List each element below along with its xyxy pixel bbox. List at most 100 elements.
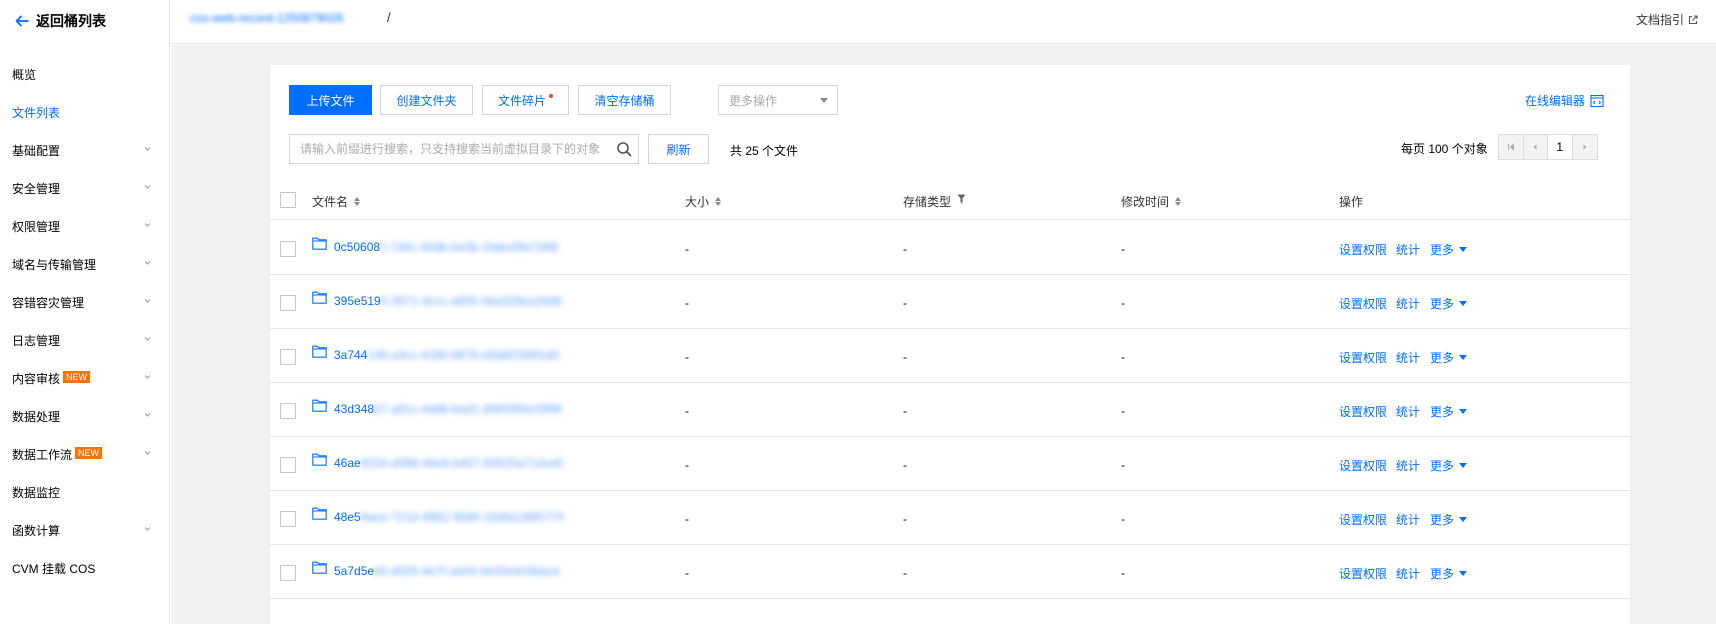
statistics-link[interactable]: 统计 xyxy=(1396,403,1420,420)
statistics-link[interactable]: 统计 xyxy=(1396,295,1420,312)
table-header: 文件名 大小 存储类型 修改时间 操作 xyxy=(270,180,1630,220)
folder-name-link[interactable]: 395e5195-3571-4ccc-a605-5ba329ea24d6 xyxy=(334,294,562,308)
sidebar-item[interactable]: 内容审核 NEW xyxy=(0,359,170,397)
row-checkbox[interactable] xyxy=(280,349,296,365)
select-all-checkbox[interactable] xyxy=(280,192,296,208)
filter-icon[interactable] xyxy=(957,194,966,204)
more-actions-dropdown[interactable]: 更多 xyxy=(1430,241,1468,258)
file-fragments-button[interactable]: 文件碎片 xyxy=(482,85,569,115)
code-editor-icon xyxy=(1590,94,1604,107)
chevron-down-icon xyxy=(144,375,151,379)
more-label: 更多 xyxy=(1430,405,1455,419)
more-actions-dropdown[interactable]: 更多 xyxy=(1430,457,1468,474)
set-permission-link[interactable]: 设置权限 xyxy=(1339,457,1387,474)
sidebar-item[interactable]: 基础配置 xyxy=(0,131,170,169)
search-icon[interactable] xyxy=(616,141,632,157)
create-folder-button[interactable]: 创建文件夹 xyxy=(380,85,473,115)
more-label: 更多 xyxy=(1430,243,1455,257)
main-area: 上传文件 创建文件夹 文件碎片 清空存储桶 更多操作 在线编辑器 刷新 共 25… xyxy=(171,45,1716,624)
set-permission-link[interactable]: 设置权限 xyxy=(1339,295,1387,312)
table-row: 0c506081-7d4c-40db-be3b-1fabc06e7d08 - - - 设… xyxy=(270,221,1630,275)
folder-name-link[interactable]: 46ae9234-d088-46e6-b457-93025a714ca5 xyxy=(334,456,563,470)
next-page-button[interactable] xyxy=(1572,135,1597,159)
file-name-cell: 5a7d5eb5-d020-4e7f-ae04-0e03e4c0bacd xyxy=(312,561,559,578)
more-label: 更多 xyxy=(1430,297,1455,311)
sidebar-item[interactable]: CVM 挂载 COS xyxy=(0,549,170,587)
sidebar-item[interactable]: 文件列表 xyxy=(0,93,170,131)
more-actions-dropdown[interactable]: 更多 xyxy=(1430,349,1468,366)
set-permission-link[interactable]: 设置权限 xyxy=(1339,349,1387,366)
sidebar-item[interactable]: 数据监控 xyxy=(0,473,170,511)
sidebar-item[interactable]: 函数计算 xyxy=(0,511,170,549)
sidebar-item[interactable]: 容错容灾管理 xyxy=(0,283,170,321)
folder-name-redacted: 9234-d088-46e6-b457-93025a714ca5 xyxy=(360,456,563,470)
row-checkbox[interactable] xyxy=(280,403,296,419)
more-actions-dropdown[interactable]: 更多 xyxy=(1430,511,1468,528)
caret-down-icon xyxy=(820,98,828,103)
column-header-storage-type[interactable]: 存储类型 xyxy=(903,193,966,210)
sidebar-item[interactable]: 权限管理 xyxy=(0,207,170,245)
folder-name-prefix: 0c50608 xyxy=(334,240,381,254)
search-input[interactable] xyxy=(300,142,616,156)
set-permission-link[interactable]: 设置权限 xyxy=(1339,403,1387,420)
sidebar-item[interactable]: 域名与传输管理 xyxy=(0,245,170,283)
sidebar-item[interactable]: 概览 xyxy=(0,55,170,93)
chevron-down-icon xyxy=(144,185,151,189)
folder-icon xyxy=(312,453,327,466)
sidebar-nav: 概览 文件列表 基础配置 安全管理 权限管理 域名与传输管理 容错容灾管理 日志管理 内容审核 N… xyxy=(0,55,170,587)
more-operations-select[interactable]: 更多操作 xyxy=(718,85,838,115)
folder-name-link[interactable]: 3a744136-a3cc-4180-8676-d3a80166f1d0 xyxy=(334,348,559,362)
file-name-cell: 43d348b7-a61c-4a86-bad1-d06595bc0996 xyxy=(312,399,562,416)
statistics-link[interactable]: 统计 xyxy=(1396,241,1420,258)
more-actions-dropdown[interactable]: 更多 xyxy=(1430,295,1468,312)
row-checkbox[interactable] xyxy=(280,241,296,257)
set-permission-link[interactable]: 设置权限 xyxy=(1339,241,1387,258)
column-header-name[interactable]: 文件名 xyxy=(312,193,361,210)
folder-name-prefix: 5a7d5e xyxy=(334,564,375,578)
column-header-storage-label: 存储类型 xyxy=(903,195,952,209)
more-operations-label: 更多操作 xyxy=(729,93,778,108)
statistics-link[interactable]: 统计 xyxy=(1396,565,1420,582)
bucket-name-link[interactable]: cos-web-record-1250879026 xyxy=(190,11,343,25)
size-cell: - xyxy=(685,350,689,364)
first-page-button[interactable] xyxy=(1499,135,1524,159)
column-header-modified[interactable]: 修改时间 xyxy=(1121,193,1182,210)
more-actions-dropdown[interactable]: 更多 xyxy=(1430,403,1468,420)
more-label: 更多 xyxy=(1430,459,1455,473)
folder-name-link[interactable]: 5a7d5eb5-d020-4e7f-ae04-0e03e4c0bacd xyxy=(334,564,559,578)
size-cell: - xyxy=(685,512,689,526)
current-page[interactable]: 1 xyxy=(1548,135,1573,159)
upload-file-button[interactable]: 上传文件 xyxy=(289,85,372,115)
statistics-link[interactable]: 统计 xyxy=(1396,511,1420,528)
folder-name-prefix: 43d348 xyxy=(334,402,375,416)
breadcrumb-separator: / xyxy=(387,10,391,25)
sidebar-item[interactable]: 数据工作流 NEW xyxy=(0,435,170,473)
table-row: 46ae9234-d088-46e6-b457-93025a714ca5 - - - 设… xyxy=(270,437,1630,491)
sidebar-item[interactable]: 日志管理 xyxy=(0,321,170,359)
folder-name-link[interactable]: 0c506081-7d4c-40db-be3b-1fabc06e7d08 xyxy=(334,240,558,254)
sidebar-item-label: CVM 挂载 COS xyxy=(12,561,96,576)
refresh-button[interactable]: 刷新 xyxy=(648,134,709,164)
folder-name-link[interactable]: 48e56aee-721d-4982-90d0-15d0a1985770 xyxy=(334,510,564,524)
column-header-size[interactable]: 大小 xyxy=(685,193,722,210)
doc-guide-link[interactable]: 文档指引 xyxy=(1636,11,1698,28)
more-actions-dropdown[interactable]: 更多 xyxy=(1430,565,1468,582)
back-to-bucket-list-button[interactable]: 返回桶列表 xyxy=(14,10,106,32)
prev-page-button[interactable] xyxy=(1523,135,1548,159)
sidebar-item[interactable]: 数据处理 xyxy=(0,397,170,435)
clear-bucket-button[interactable]: 清空存储桶 xyxy=(578,85,671,115)
folder-name-redacted: b7-a61c-4a86-bad1-d06595bc0996 xyxy=(374,402,563,416)
set-permission-link[interactable]: 设置权限 xyxy=(1339,565,1387,582)
online-editor-link[interactable]: 在线编辑器 xyxy=(1525,92,1604,109)
row-checkbox[interactable] xyxy=(280,295,296,311)
sidebar-item[interactable]: 安全管理 xyxy=(0,169,170,207)
row-checkbox[interactable] xyxy=(280,565,296,581)
row-checkbox[interactable] xyxy=(280,511,296,527)
statistics-link[interactable]: 统计 xyxy=(1396,457,1420,474)
column-header-size-label: 大小 xyxy=(685,195,710,209)
set-permission-link[interactable]: 设置权限 xyxy=(1339,511,1387,528)
storage-type-cell: - xyxy=(903,458,907,472)
folder-name-link[interactable]: 43d348b7-a61c-4a86-bad1-d06595bc0996 xyxy=(334,402,562,416)
row-checkbox[interactable] xyxy=(280,457,296,473)
statistics-link[interactable]: 统计 xyxy=(1396,349,1420,366)
